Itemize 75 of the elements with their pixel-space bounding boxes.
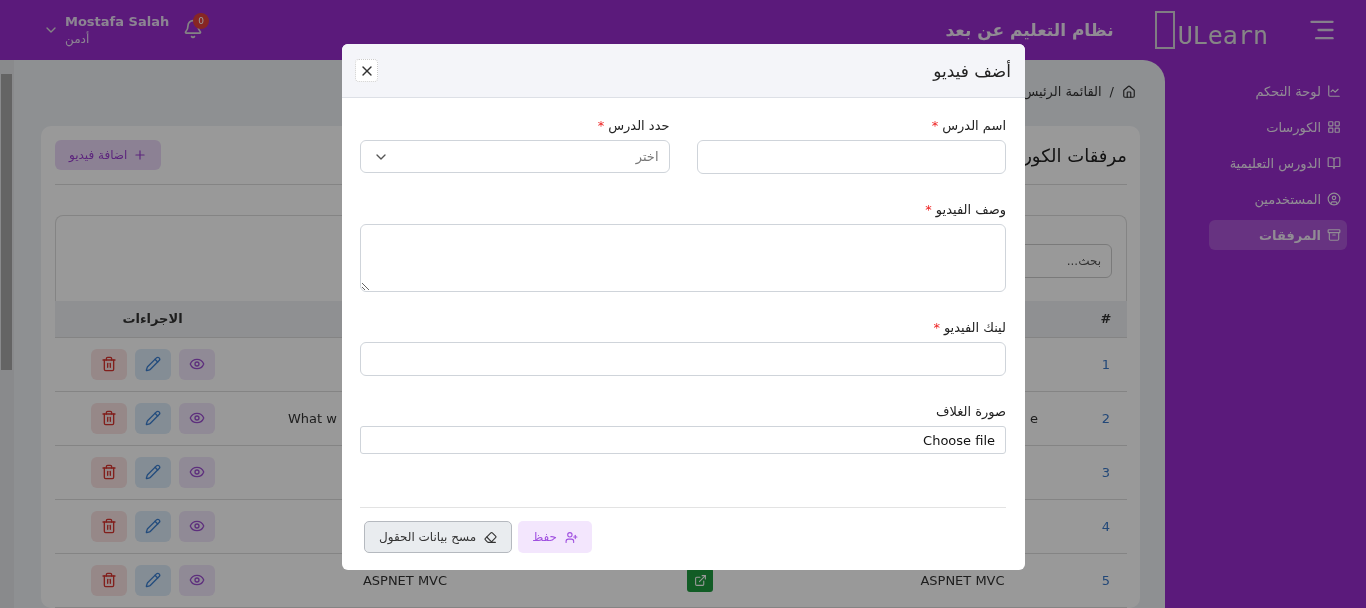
pencil-icon bbox=[144, 356, 161, 373]
view-button[interactable] bbox=[178, 349, 215, 380]
pencil-icon bbox=[144, 464, 161, 481]
delete-button[interactable] bbox=[90, 403, 127, 434]
notification-badge: 0 bbox=[193, 13, 210, 29]
home-icon[interactable] bbox=[1122, 84, 1136, 99]
edit-button[interactable] bbox=[134, 349, 171, 380]
archive-icon bbox=[1327, 228, 1341, 242]
edit-button[interactable] bbox=[134, 511, 171, 542]
trash-icon bbox=[100, 410, 117, 427]
table-cell-text: ASPNET MVC bbox=[919, 573, 1006, 588]
plus-icon bbox=[133, 148, 148, 162]
table-cell-text: 4 bbox=[1100, 519, 1112, 534]
delete-button[interactable] bbox=[90, 349, 127, 380]
add-video-button[interactable]: اضافة فيديو bbox=[55, 140, 162, 170]
field-label: وصف الفيديو * bbox=[924, 202, 1006, 218]
grid-icon bbox=[1327, 120, 1341, 134]
view-button[interactable] bbox=[178, 511, 215, 542]
app-title: نظام التعليم عن بعد bbox=[945, 20, 1114, 40]
view-button[interactable] bbox=[178, 403, 215, 434]
user-plus-icon bbox=[565, 530, 579, 544]
card-title: مرفقات الكور bbox=[1023, 144, 1127, 166]
clear-fields-button[interactable]: مسح بيانات الحقول bbox=[364, 521, 513, 553]
user-role: أدمن bbox=[65, 32, 90, 46]
sidebar-item[interactable]: لوحة التحكم bbox=[1209, 76, 1347, 106]
delete-button[interactable] bbox=[90, 511, 127, 542]
table-cell-text: 1 bbox=[1100, 357, 1112, 372]
user-icon bbox=[1327, 192, 1341, 206]
textarea-field[interactable] bbox=[360, 224, 1006, 292]
trash-icon bbox=[100, 572, 117, 589]
trash-icon bbox=[100, 518, 117, 535]
dialog-title: أضف فيديو bbox=[933, 60, 1011, 81]
select-field[interactable]: اختر bbox=[360, 140, 670, 173]
close-button[interactable] bbox=[355, 59, 378, 82]
trash-icon bbox=[100, 356, 117, 373]
save-button[interactable]: حفظ bbox=[518, 521, 593, 553]
trash-icon bbox=[100, 464, 117, 481]
text-field[interactable] bbox=[360, 342, 1006, 376]
table-cell-text: 3 bbox=[1100, 465, 1112, 480]
delete-button[interactable] bbox=[90, 565, 127, 596]
field-label: لينك الفيديو * bbox=[932, 320, 1006, 336]
view-button[interactable] bbox=[178, 457, 215, 488]
bell-icon[interactable] bbox=[183, 19, 204, 39]
view-button[interactable] bbox=[178, 565, 215, 596]
column-header: الاجراءات bbox=[122, 311, 183, 327]
external-link-icon bbox=[693, 574, 707, 587]
text-field[interactable] bbox=[696, 140, 1006, 174]
edit-button[interactable] bbox=[134, 565, 171, 596]
field-label: صورة الغلاف bbox=[934, 404, 1006, 420]
delete-button[interactable] bbox=[90, 457, 127, 488]
table-cell-text: e bbox=[1030, 411, 1039, 426]
breadcrumb-separator: / bbox=[1109, 84, 1114, 99]
column-header: # bbox=[1100, 311, 1112, 327]
table-cell-text: ASPNET MVC bbox=[361, 573, 449, 588]
table-cell-text: 5 bbox=[1100, 573, 1112, 588]
edit-button[interactable] bbox=[134, 457, 171, 488]
open-link-button[interactable] bbox=[687, 568, 713, 593]
pencil-icon bbox=[144, 518, 161, 535]
table-cell-text: What w bbox=[287, 411, 337, 426]
field-label: اسم الدرس * bbox=[930, 118, 1006, 134]
sidebar-item[interactable]: المستخدمين bbox=[1209, 184, 1347, 214]
field-label: حدد الدرس * bbox=[596, 118, 670, 134]
table-cell-text: 2 bbox=[1100, 411, 1112, 426]
sidebar-item[interactable]: الكورسات bbox=[1209, 112, 1347, 142]
chart-icon bbox=[1327, 84, 1341, 98]
sidebar-item[interactable]: الدورس التعليمية bbox=[1209, 148, 1347, 178]
user-name: Mostafa Salah bbox=[65, 14, 170, 29]
pencil-icon bbox=[144, 410, 161, 427]
scrollbar-thumb[interactable] bbox=[1, 74, 12, 370]
pencil-icon bbox=[144, 572, 161, 589]
eraser-icon bbox=[484, 530, 498, 544]
edit-button[interactable] bbox=[134, 403, 171, 434]
file-field[interactable]: Choose file bbox=[360, 426, 1006, 454]
logo: ULearn bbox=[1153, 10, 1268, 50]
book-icon bbox=[1327, 156, 1341, 170]
